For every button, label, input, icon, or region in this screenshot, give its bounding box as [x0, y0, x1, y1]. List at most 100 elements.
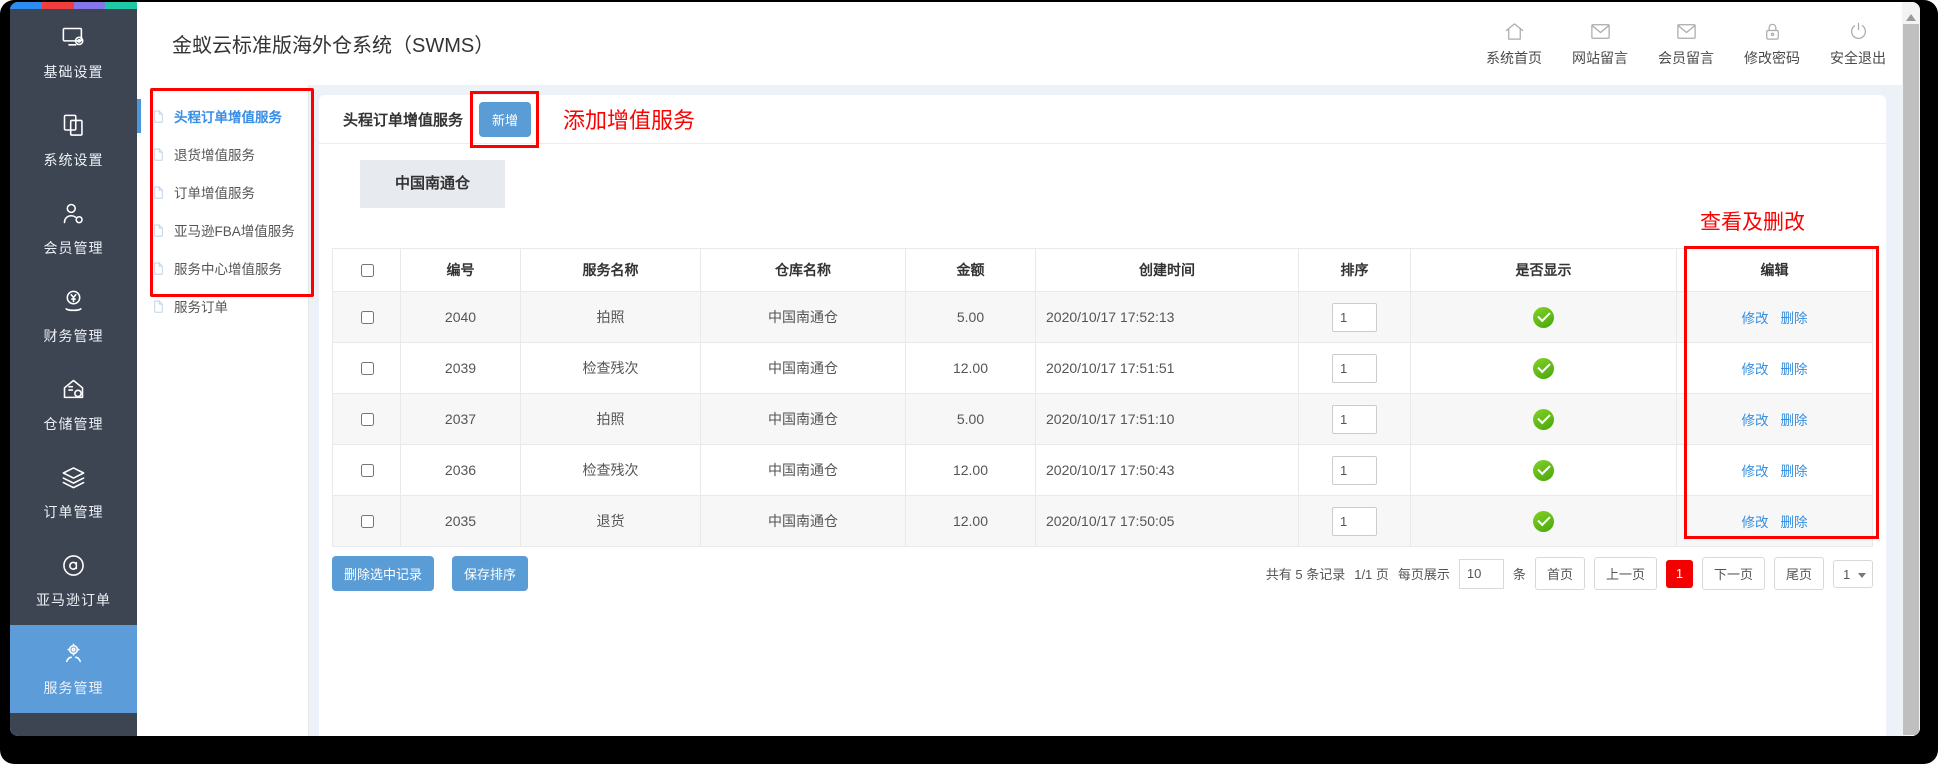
sidebar-item-member-management[interactable]: 会员管理 — [10, 185, 137, 273]
home-icon — [1505, 22, 1523, 40]
modify-link[interactable]: 修改 — [1742, 311, 1769, 326]
sidebar-item-warehouse-management[interactable]: 仓储管理 — [10, 361, 137, 449]
warehouse-gear-icon — [63, 379, 84, 399]
sort-input[interactable] — [1332, 404, 1377, 434]
sidebar-item-finance-management[interactable]: 财务管理 — [10, 273, 137, 361]
select-all-checkbox[interactable] — [360, 263, 374, 277]
quicklink-change-password[interactable]: 修改密码 — [1744, 20, 1800, 68]
quicklink-label: 网站留言 — [1572, 49, 1628, 66]
sidebar-item-system-settings[interactable]: 系统设置 — [10, 97, 137, 185]
sidebar-item-label: 会员管理 — [43, 240, 104, 256]
user-gear-icon — [63, 203, 83, 224]
next-page-button[interactable]: 下一页 — [1701, 557, 1765, 590]
cell-service: 检查残次 — [520, 444, 701, 496]
pagination-page-info: 1/1 页 — [1354, 567, 1389, 582]
save-sort-button[interactable]: 保存排序 — [452, 556, 529, 591]
subnav-item-order-vas[interactable]: 订单增值服务 — [137, 173, 308, 211]
delete-link[interactable]: 删除 — [1781, 413, 1808, 428]
sort-input[interactable] — [1332, 353, 1377, 383]
power-icon — [1850, 22, 1866, 39]
table-row: 2035 退货 中国南通仓 12.00 2020/10/17 17:50:05 … — [332, 495, 1873, 547]
delete-selected-button[interactable]: 删除选中记录 — [332, 556, 435, 591]
subnav-item-firstleg-vas[interactable]: 头程订单增值服务 — [137, 97, 308, 135]
scrollbar-thumb[interactable] — [1903, 24, 1919, 735]
row-checkbox[interactable] — [360, 463, 374, 477]
page-title: 金蚁云标准版海外仓系统（SWMS） — [172, 35, 495, 57]
sidebar-item-label: 系统设置 — [43, 152, 104, 168]
quicklink-logout[interactable]: 安全退出 — [1830, 20, 1886, 68]
modify-link[interactable]: 修改 — [1742, 515, 1769, 530]
cell-created: 2020/10/17 17:51:51 — [1035, 342, 1299, 394]
per-page-input[interactable] — [1458, 558, 1504, 589]
prev-page-button[interactable]: 上一页 — [1593, 557, 1657, 590]
last-page-button[interactable]: 尾页 — [1773, 557, 1824, 590]
sidebar-item-service-management[interactable]: 服务管理 — [10, 625, 137, 713]
subnav-item-service-center-vas[interactable]: 服务中心增值服务 — [137, 249, 308, 287]
subnav-item-fba-vas[interactable]: 亚马逊FBA增值服务 — [137, 211, 308, 249]
sort-input[interactable] — [1332, 455, 1377, 485]
cell-created: 2020/10/17 17:51:10 — [1035, 393, 1299, 445]
service-gear-icon — [65, 643, 82, 663]
row-checkbox[interactable] — [360, 310, 374, 324]
cell-service: 拍照 — [520, 291, 701, 343]
table-header-row: 编号 服务名称 仓库名称 金额 创建时间 排序 是否显示 编辑 — [332, 248, 1873, 292]
modify-link[interactable]: 修改 — [1742, 413, 1769, 428]
add-button-wrap: 新增 — [470, 90, 540, 148]
layers-icon — [62, 467, 85, 489]
delete-link[interactable]: 删除 — [1781, 515, 1808, 530]
warehouse-tab[interactable]: 中国南通仓 — [360, 160, 505, 208]
sort-input[interactable] — [1332, 506, 1377, 536]
brand-color-strip — [10, 2, 137, 9]
sidebar-item-basic-settings[interactable]: 基础设置 — [10, 9, 137, 97]
sort-input[interactable] — [1332, 302, 1377, 332]
subnav-item-service-orders[interactable]: 服务订单 — [137, 287, 308, 325]
first-page-button[interactable]: 首页 — [1534, 557, 1585, 590]
cell-amount: 12.00 — [905, 342, 1036, 394]
primary-sidebar: 基础设置 系统设置 会员管理 财务管理 仓储管理 订单管理 亚马逊订单 服务管理 — [10, 2, 137, 736]
vertical-scrollbar[interactable] — [1902, 2, 1920, 736]
page-select-dropdown[interactable]: 1 — [1833, 559, 1873, 588]
cell-warehouse: 中国南通仓 — [700, 393, 906, 445]
cell-service: 退货 — [520, 495, 701, 547]
file-icon — [154, 109, 163, 123]
current-page-button[interactable]: 1 — [1665, 559, 1693, 588]
table-row: 2039 检查残次 中国南通仓 12.00 2020/10/17 17:51:5… — [332, 342, 1873, 394]
cell-warehouse: 中国南通仓 — [700, 495, 906, 547]
col-header-created: 创建时间 — [1035, 248, 1299, 292]
sidebar-item-label: 财务管理 — [43, 328, 104, 344]
quicklink-member-messages[interactable]: 会员留言 — [1658, 20, 1714, 68]
scroll-up-arrow-icon[interactable] — [1906, 9, 1916, 21]
row-checkbox[interactable] — [360, 514, 374, 528]
subnav-item-return-vas[interactable]: 退货增值服务 — [137, 135, 308, 173]
main-content: 头程订单增值服务 新增 添加增值服务 中国南通仓 编号 服务名称 仓库名称 金额… — [309, 85, 1902, 736]
browser-viewport: 基础设置 系统设置 会员管理 财务管理 仓储管理 订单管理 亚马逊订单 服务管理… — [10, 2, 1920, 736]
sidebar-item-amazon-orders[interactable]: 亚马逊订单 — [10, 537, 137, 625]
mail-icon — [1590, 23, 1610, 39]
cell-id: 2035 — [400, 495, 521, 547]
subnav-item-label: 退货增值服务 — [174, 148, 255, 163]
table-row: 2037 拍照 中国南通仓 5.00 2020/10/17 17:51:10 修… — [332, 393, 1873, 445]
delete-link[interactable]: 删除 — [1781, 311, 1808, 326]
modify-link[interactable]: 修改 — [1742, 362, 1769, 377]
quicklink-site-messages[interactable]: 网站留言 — [1572, 20, 1628, 68]
delete-link[interactable]: 删除 — [1781, 362, 1808, 377]
annotation-add-service: 添加增值服务 — [563, 108, 696, 133]
col-header-edit: 编辑 — [1676, 248, 1873, 292]
finance-icon — [65, 290, 82, 312]
col-header-warehouse: 仓库名称 — [700, 248, 906, 292]
cell-created: 2020/10/17 17:50:05 — [1035, 495, 1299, 547]
delete-link[interactable]: 删除 — [1781, 464, 1808, 479]
quicklink-label: 会员留言 — [1658, 49, 1714, 66]
sidebar-item-order-management[interactable]: 订单管理 — [10, 449, 137, 537]
panel-title: 头程订单增值服务 — [343, 111, 464, 129]
row-checkbox[interactable] — [360, 361, 374, 375]
secondary-sidebar: 头程订单增值服务 退货增值服务 订单增值服务 亚马逊FBA增值服务 服务中心增值… — [137, 85, 309, 736]
modify-link[interactable]: 修改 — [1742, 464, 1769, 479]
mail-icon — [1676, 23, 1696, 39]
add-button[interactable]: 新增 — [479, 101, 532, 137]
quicklink-label: 安全退出 — [1830, 49, 1886, 66]
row-checkbox[interactable] — [360, 412, 374, 426]
visible-check-icon — [1533, 306, 1554, 328]
quicklink-system-home[interactable]: 系统首页 — [1486, 20, 1542, 68]
amazon-icon — [63, 555, 84, 576]
